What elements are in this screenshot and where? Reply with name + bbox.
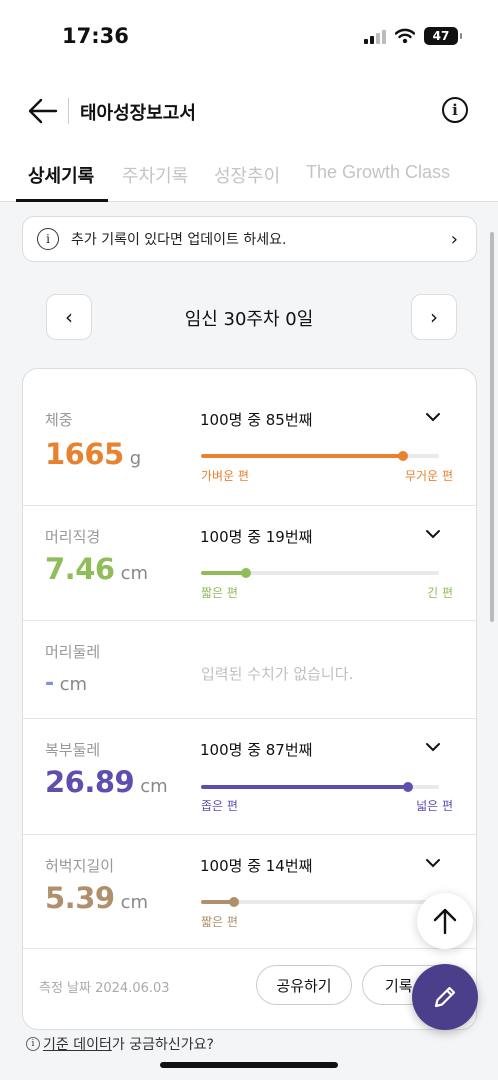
metric-value: 26.89 cm <box>45 765 168 799</box>
metric-rank: 100명 중 14번째 <box>200 857 313 875</box>
metric-value: 5.39 cm <box>45 881 148 915</box>
metric-value: 1665 g <box>45 437 142 471</box>
bar-label-right: 넓은 편 <box>416 799 453 813</box>
percentile-marker <box>398 451 409 461</box>
metric-value: - cm <box>45 671 88 696</box>
metric-rank: 100명 중 19번째 <box>200 528 313 546</box>
week-navigator: ‹ 임신 30주차 0일 › <box>0 294 498 340</box>
page-title: 태아성장보고서 <box>80 103 196 124</box>
tab-weekly-record[interactable]: 주차기록 <box>122 162 188 188</box>
measure-date: 측정 날짜 2024.06.03 <box>39 981 170 996</box>
percentile-bar <box>201 897 439 907</box>
tab-detail-record[interactable]: 상세기록 <box>28 162 94 188</box>
battery-icon: 47 <box>424 27 462 45</box>
chevron-down-icon[interactable] <box>423 407 443 427</box>
bar-label-right: 무거운 편 <box>405 469 453 483</box>
info-icon: i <box>26 1037 40 1051</box>
status-time: 17:36 <box>62 24 129 48</box>
percentile-bar-fill <box>201 785 409 789</box>
metric-row-femur-length[interactable]: 허벅지길이 5.39 cm 100명 중 14번째 짧은 편 <box>23 835 476 949</box>
next-week-button[interactable]: › <box>411 294 457 340</box>
metric-rank: 100명 중 85번째 <box>200 411 313 429</box>
chevron-down-icon[interactable] <box>423 853 443 873</box>
metric-name: 복부둘레 <box>45 741 101 759</box>
tab-growth-trend[interactable]: 성장추이 <box>214 162 280 188</box>
bar-label-left: 짧은 편 <box>201 915 238 929</box>
status-icons: 47 <box>364 27 462 45</box>
metric-row-weight[interactable]: 체중 1665 g 100명 중 85번째 가벼운 편 무거운 편 <box>23 369 476 506</box>
metric-row-head-circumference[interactable]: 머리둘레 - cm 입력된 수치가 없습니다. <box>23 621 476 719</box>
metrics-card: 체중 1665 g 100명 중 85번째 가벼운 편 무거운 편 머리직경 7.… <box>22 368 477 1030</box>
notice-text: 추가 기록이 있다면 업데이트 하세요. <box>71 232 287 248</box>
pencil-icon <box>434 986 456 1008</box>
wifi-icon <box>395 28 415 44</box>
chevron-down-icon[interactable] <box>423 737 443 757</box>
bar-label-left: 짧은 편 <box>201 586 238 600</box>
home-indicator <box>160 1062 338 1068</box>
tab-bar: 상세기록 주차기록 성장추이 The Growth Class <box>0 144 498 202</box>
bar-label-left: 좁은 편 <box>201 799 238 813</box>
reference-data-link-text[interactable]: 기준 데이터 <box>43 1034 112 1054</box>
chevron-down-icon[interactable] <box>423 524 443 544</box>
metric-rank: 100명 중 87번째 <box>200 741 313 759</box>
metric-row-head-diameter[interactable]: 머리직경 7.46 cm 100명 중 19번째 짧은 편 긴 편 <box>23 506 476 621</box>
reference-data-link[interactable]: i 기준 데이터 가 궁금하신가요? <box>26 1034 214 1054</box>
percentile-bar <box>201 782 439 792</box>
share-button[interactable]: 공유하기 <box>256 965 352 1005</box>
back-arrow-icon[interactable] <box>26 94 60 128</box>
percentile-marker <box>229 897 240 907</box>
empty-value-text: 입력된 수치가 없습니다. <box>201 665 354 683</box>
header-divider <box>68 98 69 124</box>
status-bar: 17:36 47 <box>0 0 498 78</box>
metric-name: 체중 <box>45 411 73 429</box>
metric-name: 허벅지길이 <box>45 857 115 875</box>
metric-name: 머리직경 <box>45 528 101 546</box>
chevron-right-icon: › <box>450 228 458 250</box>
metric-value: 7.46 cm <box>45 552 148 586</box>
tab-growth-class[interactable]: The Growth Class <box>306 162 450 183</box>
percentile-bar-fill <box>201 454 404 458</box>
info-icon: i <box>37 228 59 250</box>
arrow-up-icon <box>433 908 457 935</box>
app-header: 태아성장보고서 i <box>0 78 498 144</box>
metric-row-abdominal-circumference[interactable]: 복부둘레 26.89 cm 100명 중 87번째 좁은 편 넓은 편 <box>23 719 476 835</box>
active-tab-indicator <box>16 199 108 202</box>
update-notice[interactable]: i 추가 기록이 있다면 업데이트 하세요. › <box>22 216 477 262</box>
scrollbar[interactable] <box>490 232 494 622</box>
scroll-to-top-button[interactable] <box>417 893 473 949</box>
card-footer: 측정 날짜 2024.06.03 공유하기 기록 <box>23 949 476 1029</box>
percentile-marker <box>241 568 252 578</box>
reference-data-suffix: 가 궁금하신가요? <box>111 1037 214 1053</box>
percentile-bar <box>201 568 439 578</box>
percentile-marker <box>403 782 414 792</box>
edit-record-button[interactable] <box>412 964 478 1030</box>
info-icon[interactable]: i <box>442 97 468 123</box>
percentile-bar <box>201 451 439 461</box>
signal-icon <box>364 28 386 44</box>
metric-name: 머리둘레 <box>45 643 101 661</box>
bar-label-right: 긴 편 <box>427 586 453 600</box>
bar-label-left: 가벼운 편 <box>201 469 249 483</box>
percentile-bar-fill <box>201 571 247 575</box>
